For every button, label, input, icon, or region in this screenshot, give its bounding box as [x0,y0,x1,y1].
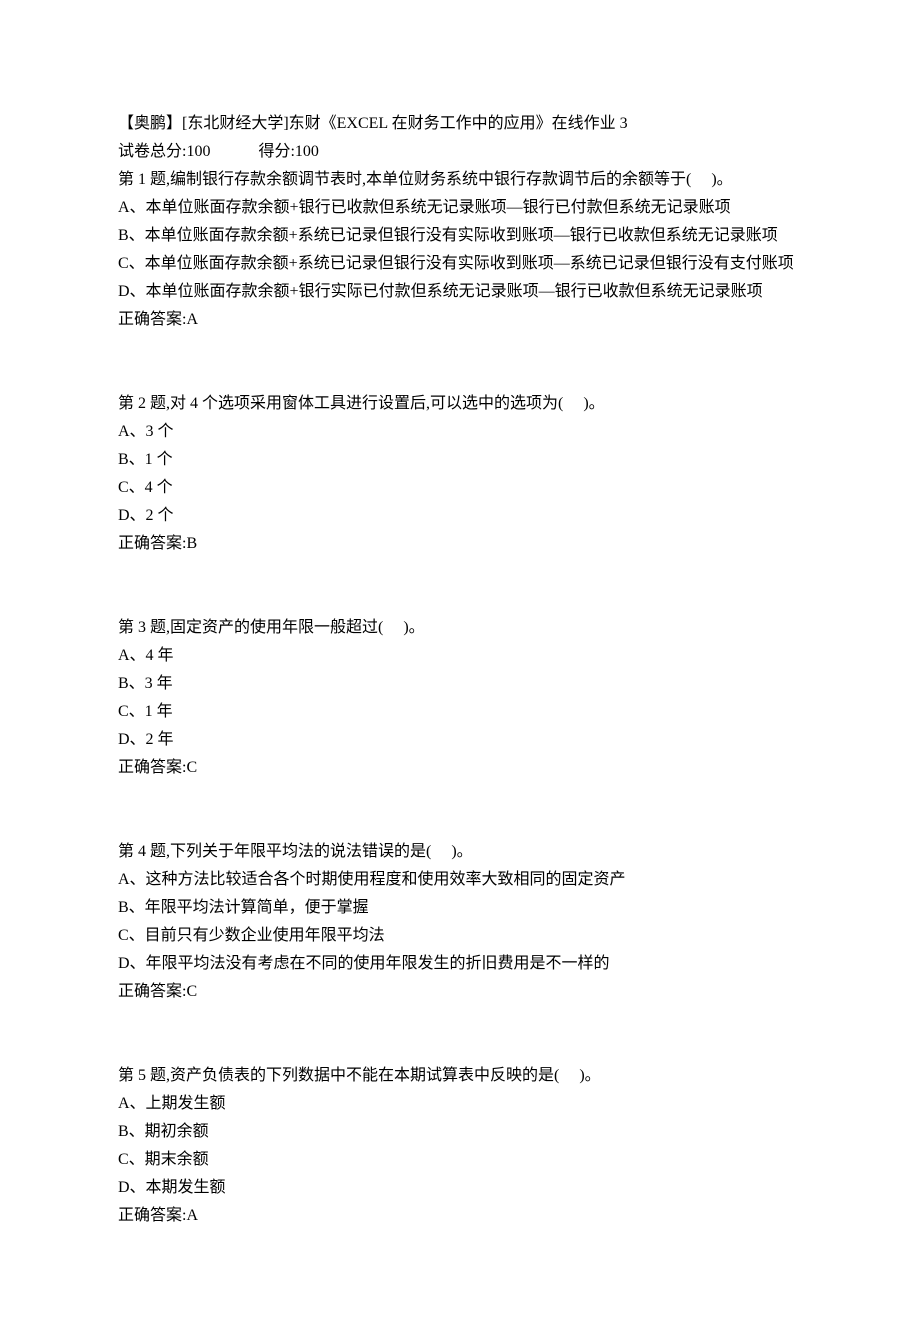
option-a: A、4 年 [118,642,802,670]
option-a: A、3 个 [118,418,802,446]
option-a: A、本单位账面存款余额+银行已收款但系统无记录账项—银行已付款但系统无记录账项 [118,194,802,222]
option-c: C、1 年 [118,698,802,726]
question-5: 第 5 题,资产负债表的下列数据中不能在本期试算表中反映的是( )。 A、上期发… [118,1062,802,1230]
option-d: D、2 个 [118,502,802,530]
answer: 正确答案:A [118,306,802,334]
option-d: D、年限平均法没有考虑在不同的使用年限发生的折旧费用是不一样的 [118,950,802,978]
total-score: 试卷总分:100 [118,143,210,160]
answer: 正确答案:C [118,754,802,782]
option-c: C、期末余额 [118,1146,802,1174]
question-2: 第 2 题,对 4 个选项采用窗体工具进行设置后,可以选中的选项为( )。 A、… [118,390,802,558]
option-b: B、年限平均法计算简单，便于掌握 [118,894,802,922]
option-b: B、1 个 [118,446,802,474]
option-d: D、2 年 [118,726,802,754]
score-line: 试卷总分:100 得分:100 [118,138,802,166]
answer: 正确答案:B [118,530,802,558]
option-c: C、本单位账面存款余额+系统已记录但银行没有实际收到账项—系统已记录但银行没有支… [118,250,802,278]
question-stem: 第 3 题,固定资产的使用年限一般超过( )。 [118,614,802,642]
question-stem: 第 5 题,资产负债表的下列数据中不能在本期试算表中反映的是( )。 [118,1062,802,1090]
answer: 正确答案:A [118,1202,802,1230]
question-stem: 第 4 题,下列关于年限平均法的说法错误的是( )。 [118,838,802,866]
option-d: D、本单位账面存款余额+银行实际已付款但系统无记录账项—银行已收款但系统无记录账… [118,278,802,306]
option-b: B、3 年 [118,670,802,698]
option-c: C、4 个 [118,474,802,502]
answer: 正确答案:C [118,978,802,1006]
question-4: 第 4 题,下列关于年限平均法的说法错误的是( )。 A、这种方法比较适合各个时… [118,838,802,1006]
option-a: A、这种方法比较适合各个时期使用程度和使用效率大致相同的固定资产 [118,866,802,894]
option-d: D、本期发生额 [118,1174,802,1202]
question-3: 第 3 题,固定资产的使用年限一般超过( )。 A、4 年 B、3 年 C、1 … [118,614,802,782]
question-stem: 第 2 题,对 4 个选项采用窗体工具进行设置后,可以选中的选项为( )。 [118,390,802,418]
option-a: A、上期发生额 [118,1090,802,1118]
obtained-score: 得分:100 [258,143,318,160]
page-title: 【奥鹏】[东北财经大学]东财《EXCEL 在财务工作中的应用》在线作业 3 [118,110,802,138]
option-c: C、目前只有少数企业使用年限平均法 [118,922,802,950]
question-stem: 第 1 题,编制银行存款余额调节表时,本单位财务系统中银行存款调节后的余额等于(… [118,166,802,194]
option-b: B、期初余额 [118,1118,802,1146]
question-1: 第 1 题,编制银行存款余额调节表时,本单位财务系统中银行存款调节后的余额等于(… [118,166,802,334]
option-b: B、本单位账面存款余额+系统已记录但银行没有实际收到账项—银行已收款但系统无记录… [118,222,802,250]
